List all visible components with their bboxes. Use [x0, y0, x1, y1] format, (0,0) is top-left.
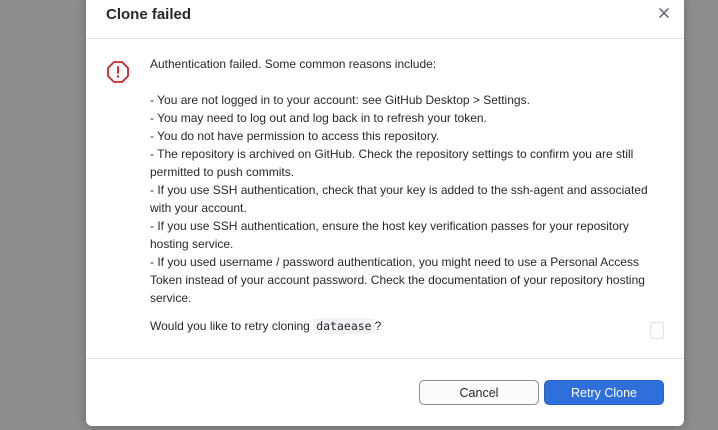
reason-item: - You may need to log out and log back i… — [150, 111, 487, 125]
retry-question: Would you like to retry cloning dataease… — [150, 317, 660, 335]
retry-prefix: Would you like to retry cloning — [150, 319, 310, 333]
reason-item: - If you use SSH authentication, ensure … — [150, 219, 629, 251]
dialog-body: Authentication failed. Some common reaso… — [86, 39, 684, 359]
reason-item: - The repository is archived on GitHub. … — [150, 147, 634, 179]
dialog-title: Clone failed — [106, 6, 192, 23]
reason-item: - If you use SSH authentication, check t… — [150, 183, 648, 215]
error-message: Authentication failed. Some common reaso… — [150, 55, 660, 335]
repository-name: dataease — [313, 318, 375, 334]
alert-octagon-icon — [106, 60, 130, 84]
reason-item: - If you used username / password authen… — [150, 255, 645, 305]
clone-failed-dialog: Clone failed Authentication failed. Some… — [86, 0, 684, 426]
reason-item: - You do not have permission to access t… — [150, 129, 440, 143]
retry-suffix: ? — [374, 319, 382, 333]
background-left — [0, 0, 86, 430]
scroll-indicator — [650, 322, 664, 339]
dialog-footer: Cancel Retry Clone — [86, 359, 684, 425]
retry-clone-button[interactable]: Retry Clone — [544, 380, 664, 405]
background-right — [684, 0, 718, 430]
intro-text: Authentication failed. Some common reaso… — [150, 57, 437, 71]
reason-item: - You are not logged in to your account:… — [150, 93, 530, 107]
dialog-header: Clone failed — [86, 0, 684, 39]
close-icon[interactable] — [656, 6, 672, 22]
cancel-button[interactable]: Cancel — [419, 380, 539, 405]
